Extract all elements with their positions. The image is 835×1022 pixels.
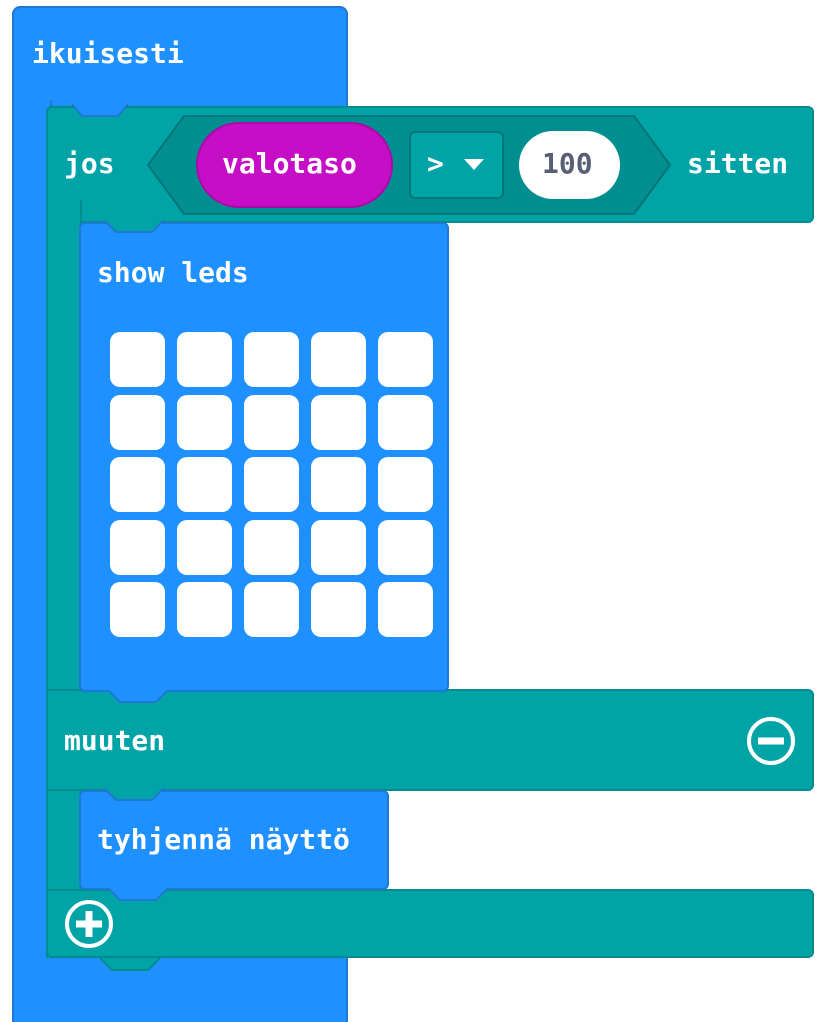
clear-screen-top-notch (104, 788, 165, 801)
led-cell[interactable] (378, 582, 433, 637)
led-cell[interactable] (244, 332, 299, 387)
threshold-number-value: 100 (542, 147, 593, 180)
led-grid (110, 332, 433, 638)
led-cell[interactable] (378, 394, 433, 450)
operator-dropdown[interactable] (409, 131, 504, 199)
led-cell[interactable] (311, 332, 366, 387)
forever-block-footer (12, 955, 348, 1022)
led-cell[interactable] (378, 457, 433, 512)
led-cell[interactable] (378, 519, 433, 575)
minus-circle-icon[interactable] (746, 716, 796, 766)
led-cell[interactable] (177, 332, 232, 387)
operator-label: > (427, 147, 444, 180)
led-cell[interactable] (378, 332, 433, 387)
led-cell[interactable] (177, 457, 232, 512)
show-leds-label: show leds (97, 256, 249, 289)
led-cell[interactable] (244, 457, 299, 512)
led-cell[interactable] (177, 394, 232, 450)
show-leds-top-notch (104, 220, 165, 233)
led-cell[interactable] (110, 582, 165, 637)
light-level-label: valotaso (222, 147, 357, 180)
led-cell[interactable] (244, 519, 299, 575)
clear-screen-label: tyhjennä näyttö (97, 823, 350, 856)
led-cell[interactable] (311, 457, 366, 512)
if-keyword: jos (64, 147, 115, 180)
led-cell[interactable] (177, 582, 232, 637)
plus-circle-icon[interactable] (64, 899, 114, 949)
then-keyword: sitten (687, 147, 789, 180)
led-cell[interactable] (311, 394, 366, 450)
led-cell[interactable] (110, 519, 165, 575)
led-cell[interactable] (110, 394, 165, 450)
led-cell[interactable] (244, 394, 299, 450)
led-cell[interactable] (110, 332, 165, 387)
caret-down-icon (464, 159, 484, 170)
led-cell[interactable] (177, 519, 232, 575)
else-keyword: muuten (64, 724, 166, 757)
if-block-top-notch (71, 104, 129, 117)
led-cell[interactable] (311, 519, 366, 575)
led-cell[interactable] (244, 582, 299, 637)
show-leds-bottom-notch (108, 690, 169, 703)
clear-screen-bottom-notch (108, 888, 169, 901)
led-cell[interactable] (110, 457, 165, 512)
if-block-spine (46, 200, 82, 958)
forever-block-label: ikuisesti (32, 37, 184, 70)
led-cell[interactable] (311, 582, 366, 637)
if-block-bottom-notch (100, 958, 161, 971)
